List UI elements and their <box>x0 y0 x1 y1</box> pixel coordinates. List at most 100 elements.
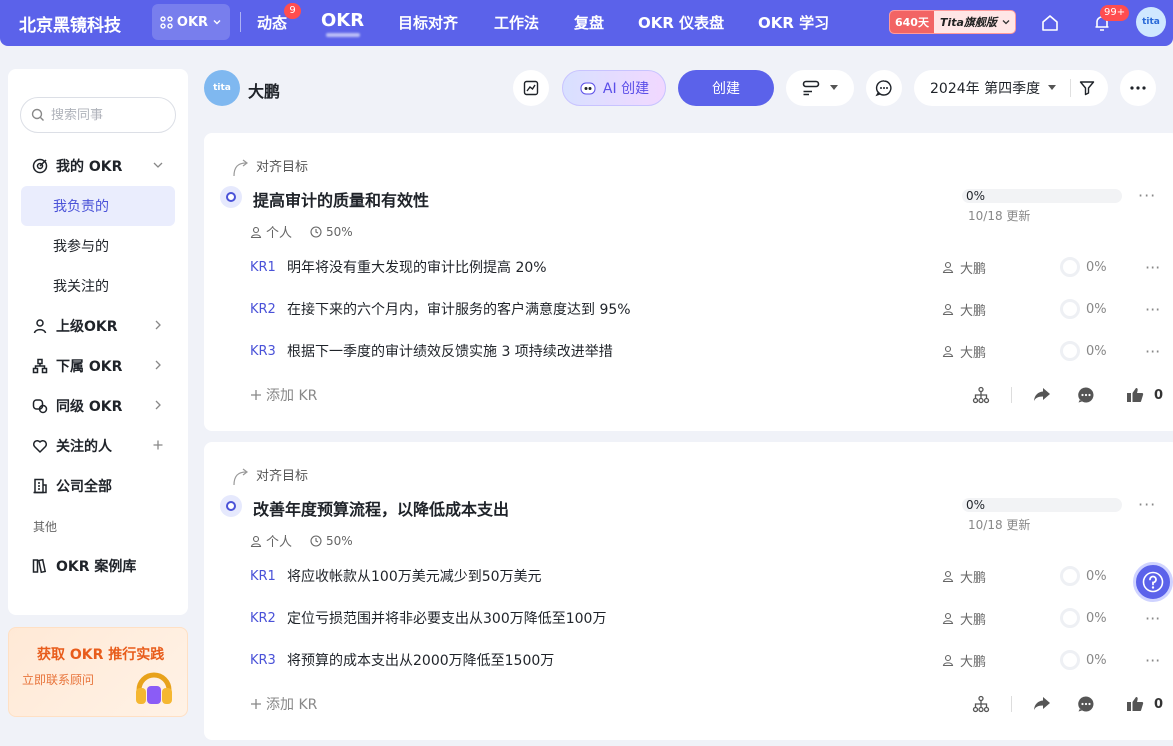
promo-title: 获取 OKR 推行实践 <box>37 647 165 663</box>
kr-row[interactable]: KR1 明年将没有重大发现的审计比例提高 20% 大鹏 0% ··· <box>250 252 1170 282</box>
kr-more-icon[interactable]: ··· <box>1145 342 1160 361</box>
sidebar-item-followed-people[interactable]: 关注的人 <box>20 426 176 466</box>
help-button[interactable] <box>1133 562 1173 602</box>
kr-row[interactable]: KR1 将应收帐款从100万美元减少到50万美元 大鹏 0% ··· <box>250 561 1170 591</box>
nav-okr[interactable]: OKR <box>321 10 364 31</box>
add-kr-button[interactable]: 添加 KR <box>250 694 317 714</box>
kr-text[interactable]: 根据下一季度的审计绩效反馈实施 3 项持续改进举措 <box>287 341 613 361</box>
search-input[interactable] <box>51 107 161 123</box>
sidebar-item-case-library[interactable]: OKR 案例库 <box>20 546 176 586</box>
align-label[interactable]: 对齐目标 <box>256 465 308 484</box>
kr-owner[interactable]: 大鹏 <box>942 258 986 277</box>
objective-title[interactable]: 改善年度预算流程，以降低成本支出 <box>253 496 509 520</box>
period-selector[interactable]: 2024年 第四季度 <box>914 70 1108 106</box>
chevron-down-icon <box>153 162 163 168</box>
kr-progress[interactable]: 0% <box>1060 608 1107 628</box>
kr-more-icon[interactable]: ··· <box>1145 258 1160 277</box>
tita-plan-badge[interactable]: 640天 Tita旗舰版 <box>889 10 1016 34</box>
scope-label: 个人 <box>266 535 293 550</box>
objective-progress[interactable]: 0% 10/18 更新 <box>962 498 1122 533</box>
nav-dynamics[interactable]: 动态 <box>257 12 287 33</box>
nav-review[interactable]: 复盘 <box>574 12 604 33</box>
app-switcher[interactable]: OKR <box>152 4 230 40</box>
sidebar-item-superior-okr[interactable]: 上级OKR <box>20 306 176 346</box>
kr-progress[interactable]: 0% <box>1060 257 1107 277</box>
kr-text[interactable]: 将预算的成本支出从2000万降低至1500万 <box>287 650 554 670</box>
progress-ring <box>1060 299 1080 319</box>
share-icon[interactable] <box>1031 693 1053 715</box>
thumbs-up-icon[interactable] <box>1124 693 1146 715</box>
create-button[interactable]: 创建 <box>678 70 774 106</box>
nav-okr-learning[interactable]: OKR 学习 <box>758 12 829 33</box>
nav-alignment[interactable]: 目标对齐 <box>398 12 458 33</box>
sidebar-item-my-okr[interactable]: 我的 OKR <box>20 146 176 186</box>
objective-progress[interactable]: 0% 10/18 更新 <box>962 189 1122 224</box>
kr-owner[interactable]: 大鹏 <box>942 342 986 361</box>
kr-owner[interactable]: 大鹏 <box>942 567 986 586</box>
robot-icon <box>580 82 596 95</box>
plus-icon[interactable] <box>152 439 164 451</box>
progress-ring <box>1060 608 1080 628</box>
person-icon <box>942 654 954 666</box>
owner-avatar[interactable]: tita <box>204 70 240 106</box>
kr-owner-name: 大鹏 <box>960 612 987 628</box>
kr-more-icon[interactable]: ··· <box>1145 651 1160 670</box>
kr-code: KR3 <box>250 652 276 668</box>
kr-owner[interactable]: 大鹏 <box>942 651 986 670</box>
ai-create-button[interactable]: AI 创建 <box>562 70 666 106</box>
period-label: 2024年 第四季度 <box>930 81 1041 97</box>
caret-down-icon <box>1048 85 1057 90</box>
filter-icon[interactable] <box>1079 80 1095 96</box>
kr-text[interactable]: 在接下来的六个月内，审计服务的客户满意度达到 95% <box>287 299 631 319</box>
sidebar-item-followed[interactable]: 我关注的 <box>21 266 175 306</box>
kr-row[interactable]: KR2 定位亏损范围并将非必要支出从300万降低至100万 大鹏 0% ··· <box>250 603 1170 633</box>
home-icon[interactable] <box>1039 12 1061 34</box>
company-name[interactable]: 北京黑镜科技 <box>19 11 139 36</box>
sidebar-item-participated[interactable]: 我参与的 <box>21 226 175 266</box>
nav-okr-dashboard[interactable]: OKR 仪表盘 <box>638 12 724 33</box>
nav-methods[interactable]: 工作法 <box>494 12 539 33</box>
sidebar-item-responsible[interactable]: 我负责的 <box>21 186 175 226</box>
objective-title[interactable]: 提高审计的质量和有效性 <box>253 187 429 211</box>
kr-progress[interactable]: 0% <box>1060 566 1107 586</box>
view-options-button[interactable] <box>786 70 854 106</box>
kr-owner[interactable]: 大鹏 <box>942 609 986 628</box>
sidebar-group-other: 其他 <box>33 520 58 534</box>
sidebar-item-peer-okr[interactable]: 同级 OKR <box>20 386 176 426</box>
kr-progress-value: 0% <box>1086 259 1107 275</box>
alignment-tree-icon[interactable] <box>970 693 992 715</box>
kr-row[interactable]: KR3 根据下一季度的审计绩效反馈实施 3 项持续改进举措 大鹏 0% ··· <box>250 336 1170 366</box>
alignment-tree-icon[interactable] <box>970 384 992 406</box>
user-avatar[interactable]: tita <box>1136 7 1166 37</box>
kr-text[interactable]: 将应收帐款从100万美元减少到50万美元 <box>287 566 542 586</box>
promo-banner[interactable]: 获取 OKR 推行实践 立即联系顾问 <box>8 627 188 717</box>
chart-button[interactable] <box>513 70 549 106</box>
add-kr-button[interactable]: 添加 KR <box>250 385 317 405</box>
objective-more-icon[interactable]: ··· <box>1138 495 1156 514</box>
kr-more-icon[interactable]: ··· <box>1145 300 1160 319</box>
comment-icon[interactable] <box>1075 384 1097 406</box>
sidebar-item-company[interactable]: 公司全部 <box>20 466 176 506</box>
align-label[interactable]: 对齐目标 <box>256 156 308 175</box>
promo-subtitle[interactable]: 立即联系顾问 <box>22 671 94 688</box>
kr-text[interactable]: 定位亏损范围并将非必要支出从300万降低至100万 <box>287 608 606 628</box>
more-options-button[interactable] <box>1120 70 1156 106</box>
search-box[interactable] <box>20 97 176 133</box>
kr-row[interactable]: KR3 将预算的成本支出从2000万降低至1500万 大鹏 0% ··· <box>250 645 1170 675</box>
kr-more-icon[interactable]: ··· <box>1145 609 1160 628</box>
kr-progress[interactable]: 0% <box>1060 341 1107 361</box>
active-tab-indicator <box>326 33 360 37</box>
kr-row[interactable]: KR2 在接下来的六个月内，审计服务的客户满意度达到 95% 大鹏 0% ··· <box>250 294 1170 324</box>
comment-button[interactable] <box>866 70 902 106</box>
kr-text[interactable]: 明年将没有重大发现的审计比例提高 20% <box>287 257 547 277</box>
kr-progress[interactable]: 0% <box>1060 650 1107 670</box>
comment-icon[interactable] <box>1075 693 1097 715</box>
kr-progress[interactable]: 0% <box>1060 299 1107 319</box>
sidebar-item-subordinate-okr[interactable]: 下属 OKR <box>20 346 176 386</box>
thumbs-up-icon[interactable] <box>1124 384 1146 406</box>
share-icon[interactable] <box>1031 384 1053 406</box>
objective-status-icon <box>220 186 242 208</box>
kr-owner[interactable]: 大鹏 <box>942 300 986 319</box>
objective-more-icon[interactable]: ··· <box>1138 186 1156 205</box>
progress-bar: 0% <box>962 498 1122 512</box>
